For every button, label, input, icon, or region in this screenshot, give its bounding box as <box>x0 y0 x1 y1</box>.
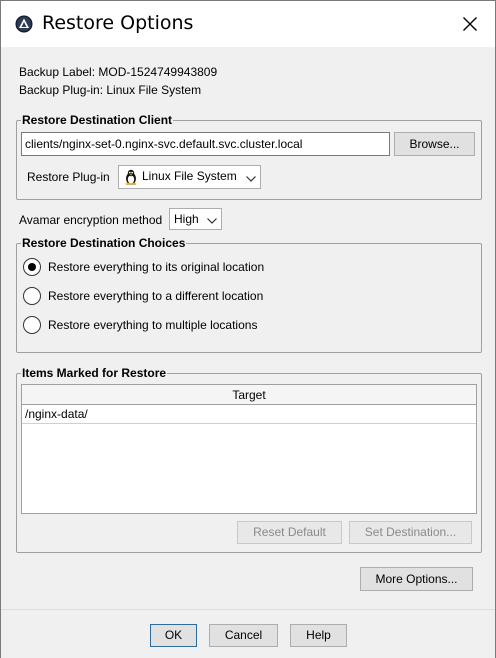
radio-button[interactable] <box>23 258 41 276</box>
close-icon[interactable] <box>463 17 477 31</box>
backup-plugin-text: Backup Plug-in: Linux File System <box>19 83 202 97</box>
restore-plugin-label: Restore Plug-in <box>27 170 110 184</box>
row-target-cell: /nginx-data/ <box>25 407 88 421</box>
close-button[interactable] <box>456 11 484 37</box>
client-path-field[interactable]: clients/nginx-set-0.nginx-svc.default.sv… <box>21 132 390 156</box>
column-header-target[interactable]: Target <box>22 385 476 405</box>
radio-selected-dot <box>28 263 36 271</box>
help-button[interactable]: Help <box>290 624 347 647</box>
radio-label: Restore everything to multiple locations <box>48 318 258 332</box>
reset-default-button[interactable]: Reset Default <box>237 521 342 544</box>
chevron-down-icon <box>246 172 256 186</box>
radio-button[interactable] <box>23 287 41 305</box>
browse-button[interactable]: Browse... <box>394 132 475 156</box>
items-table[interactable]: Target /nginx-data/ <box>21 384 477 514</box>
encryption-label: Avamar encryption method <box>19 213 163 227</box>
encryption-value: High <box>174 212 199 226</box>
dialog-title: Restore Options <box>42 12 194 34</box>
chevron-down-icon <box>207 214 217 228</box>
linux-penguin-icon <box>124 169 138 188</box>
destination-client-legend: Restore Destination Client <box>21 113 174 127</box>
table-row[interactable]: /nginx-data/ <box>22 405 476 424</box>
app-icon <box>15 15 33 33</box>
radio-button[interactable] <box>23 316 41 334</box>
cancel-button[interactable]: Cancel <box>209 624 278 647</box>
restore-plugin-dropdown[interactable]: Linux File System <box>118 165 261 189</box>
set-destination-button[interactable]: Set Destination... <box>349 521 472 544</box>
restore-options-dialog: Restore Options Backup Label: MOD-152474… <box>0 0 496 658</box>
ok-button[interactable]: OK <box>150 624 197 647</box>
items-marked-legend: Items Marked for Restore <box>21 366 168 380</box>
backup-label-text: Backup Label: MOD-1524749943809 <box>19 65 218 79</box>
restore-plugin-value: Linux File System <box>142 169 237 183</box>
encryption-dropdown[interactable]: High <box>169 208 222 230</box>
radio-label: Restore everything to its original locat… <box>48 260 265 274</box>
destination-choices-legend: Restore Destination Choices <box>21 236 187 250</box>
radio-label: Restore everything to a different locati… <box>48 289 264 303</box>
title-bar: Restore Options <box>1 1 495 47</box>
more-options-button[interactable]: More Options... <box>360 567 473 591</box>
